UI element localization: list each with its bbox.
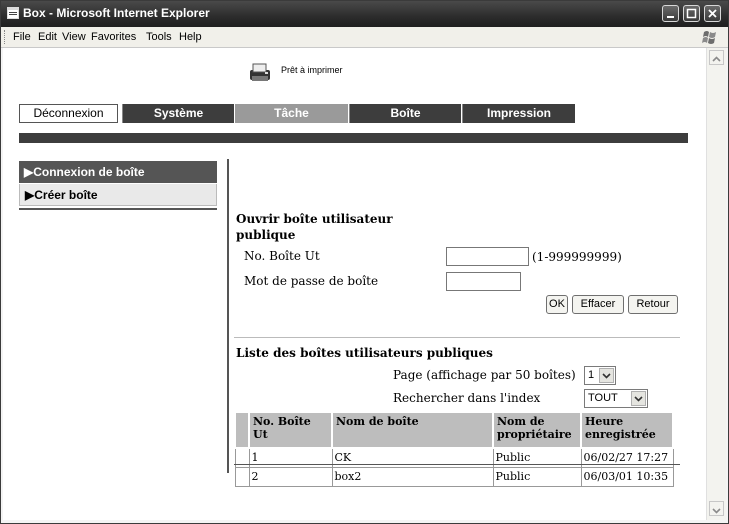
cell-box-name: box2	[331, 466, 494, 487]
open-box-heading: Ouvrir boîte utilisateur publique	[236, 212, 393, 242]
sidebar-divider	[19, 208, 217, 210]
sidebar-item-create-box[interactable]: ▶Créer boîte	[19, 184, 217, 206]
box-number-range: (1-999999999)	[532, 250, 622, 264]
tab-system[interactable]: Système	[122, 104, 234, 123]
window-title: Box - Microsoft Internet Explorer	[23, 6, 210, 20]
row-select-cell[interactable]	[234, 466, 250, 487]
scroll-down-button[interactable]	[709, 501, 724, 516]
header-registered-time: Heure enregistrée	[580, 411, 674, 449]
close-icon	[708, 9, 717, 18]
clear-button[interactable]: Effacer	[572, 295, 624, 314]
box-password-input[interactable]	[446, 272, 521, 291]
tab-print[interactable]: Impression	[462, 104, 575, 123]
page-select[interactable]: 1	[584, 366, 616, 385]
public-boxes-heading: Liste des boîtes utilisateurs publiques	[236, 346, 493, 360]
cell-box-number[interactable]: 2	[248, 466, 333, 487]
index-search-label: Rechercher dans l'index	[393, 391, 541, 405]
header-box-number: No. Boîte Ut	[248, 411, 333, 449]
tab-task[interactable]: Tâche	[235, 104, 348, 123]
menu-bar: File Edit View Favorites Tools Help	[1, 27, 728, 48]
close-button[interactable]	[704, 5, 721, 22]
header-owner-name: Nom de propriétaire	[492, 411, 582, 449]
header-box-name: Nom de boîte	[331, 411, 494, 449]
page-label: Page (affichage par 50 boîtes)	[393, 368, 576, 382]
scroll-up-button[interactable]	[709, 50, 724, 65]
cell-time: 06/03/01 10:35	[580, 466, 674, 487]
chevron-down-icon	[631, 391, 646, 406]
ok-button[interactable]: OK	[546, 295, 568, 314]
chevron-down-icon	[599, 368, 614, 383]
menu-edit[interactable]: Edit	[38, 31, 57, 43]
header-select-cell	[234, 411, 250, 449]
minimize-button[interactable]	[662, 5, 679, 22]
box-number-label: No. Boîte Ut	[244, 249, 320, 263]
page-select-value: 1	[588, 369, 595, 381]
box-password-label: Mot de passe de boîte	[244, 274, 379, 288]
minimize-icon	[667, 16, 674, 18]
vertical-divider	[227, 159, 229, 473]
chevron-up-icon	[712, 56, 721, 62]
index-select-value: TOUT	[588, 392, 618, 404]
menu-tools[interactable]: Tools	[146, 31, 172, 43]
tab-box[interactable]: Boîte	[349, 104, 461, 123]
disconnect-button[interactable]: Déconnexion	[19, 104, 118, 123]
internet-explorer-icon	[7, 7, 19, 19]
index-select[interactable]: TOUT	[584, 389, 648, 408]
maximize-icon	[686, 8, 697, 19]
chevron-down-icon	[712, 508, 721, 514]
section-divider	[234, 337, 680, 338]
menu-help[interactable]: Help	[179, 31, 202, 43]
public-boxes-table: No. Boîte Ut Nom de boîte Nom de proprié…	[234, 411, 674, 487]
menu-view[interactable]: View	[62, 31, 86, 43]
table-bottom-rule	[234, 464, 680, 465]
toolbar-grip	[4, 30, 7, 44]
menu-favorites[interactable]: Favorites	[91, 31, 136, 43]
back-button[interactable]: Retour	[628, 295, 678, 314]
box-number-input[interactable]	[446, 247, 529, 266]
printer-status-text: Prêt à imprimer	[281, 65, 343, 75]
table-row[interactable]: 2 box2 Public 06/03/01 10:35	[234, 466, 674, 487]
tab-underline-bar	[19, 133, 688, 143]
windows-logo-icon	[702, 31, 716, 44]
vertical-scrollbar[interactable]	[706, 48, 726, 520]
title-bar: Box - Microsoft Internet Explorer	[1, 1, 728, 27]
cell-owner: Public	[492, 466, 582, 487]
sidebar-item-box-login[interactable]: ▶Connexion de boîte	[19, 161, 217, 183]
maximize-button[interactable]	[683, 5, 700, 22]
table-header-row: No. Boîte Ut Nom de boîte Nom de proprié…	[234, 411, 674, 449]
browser-window: Box - Microsoft Internet Explorer File E…	[0, 0, 729, 524]
printer-icon	[250, 63, 270, 81]
menu-file[interactable]: File	[13, 31, 31, 43]
